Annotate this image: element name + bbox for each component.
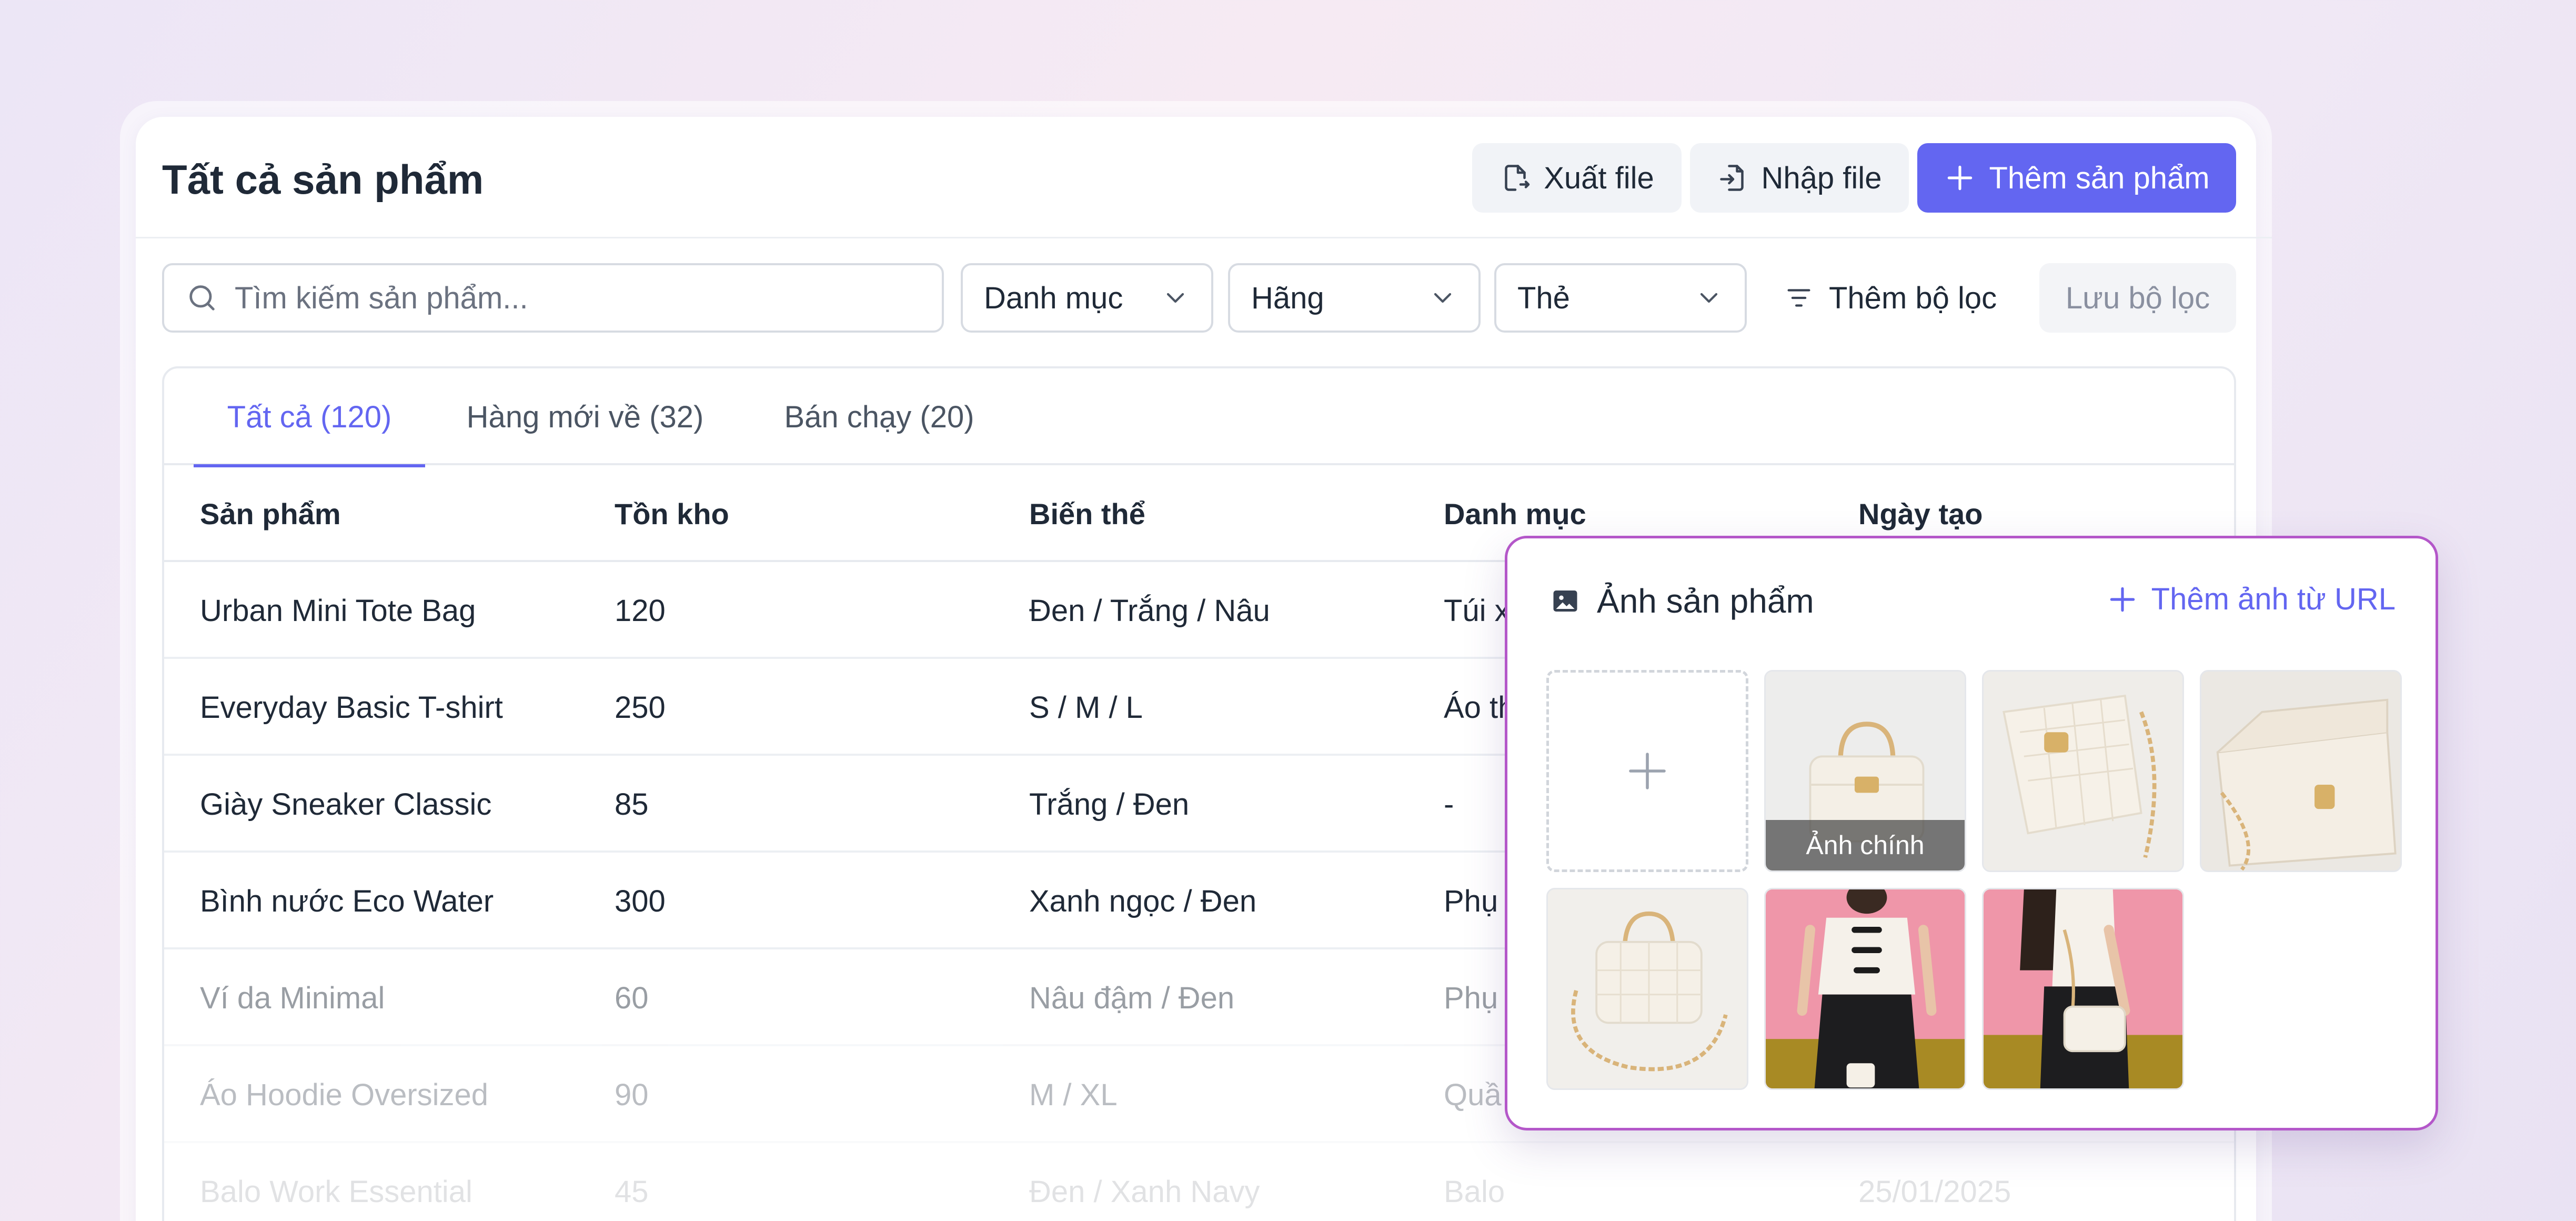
import-file-icon — [1719, 165, 1744, 191]
plus-icon — [1948, 165, 1973, 191]
add-filter-button[interactable]: Thêm bộ lọc — [1784, 263, 1997, 333]
model-side-image — [1984, 889, 2182, 1088]
bag-chain-image — [1548, 889, 1747, 1088]
model-front-image — [1766, 889, 1965, 1088]
column-header-stock: Tồn kho — [615, 497, 729, 531]
chevron-down-icon — [1434, 293, 1452, 303]
column-header-product: Sản phẩm — [200, 497, 341, 531]
tab-best-sellers[interactable]: Bán chạy (20) — [750, 368, 1008, 465]
cell-created-date: 25/01/2025 — [1858, 1174, 2011, 1209]
brand-select-label: Hãng — [1251, 281, 1324, 315]
cell-category: Phụ — [1444, 884, 1498, 918]
column-header-variant: Biến thể — [1029, 497, 1145, 531]
cell-variant: Trắng / Đen — [1029, 787, 1190, 822]
product-image-5[interactable] — [1764, 888, 1966, 1090]
cell-product-name: Everyday Basic T-shirt — [200, 690, 503, 725]
add-product-button[interactable]: Thêm sản phẩm — [1917, 143, 2236, 213]
cell-stock: 85 — [615, 787, 649, 822]
cell-product-name: Urban Mini Tote Bag — [200, 593, 476, 628]
cell-stock: 120 — [615, 593, 666, 628]
cell-category: Túi x — [1444, 593, 1510, 628]
tab-all[interactable]: Tất cả (120) — [194, 368, 425, 467]
panel-title: Ảnh sản phẩm — [1549, 582, 1814, 620]
cell-product-name: Áo Hoodie Oversized — [200, 1077, 489, 1112]
cell-variant: Nâu đậm / Đen — [1029, 980, 1235, 1015]
image-icon — [1553, 591, 1577, 612]
tab-bar: Tất cả (120) Hàng mới về (32) Bán chạy (… — [164, 368, 2234, 467]
cell-category: Quầ — [1444, 1077, 1502, 1112]
product-image-3[interactable] — [2200, 670, 2402, 872]
cell-variant: Đen / Xanh Navy — [1029, 1174, 1260, 1209]
export-file-label: Xuất file — [1544, 161, 1654, 195]
cell-product-name: Giày Sneaker Classic — [200, 787, 492, 822]
import-file-button[interactable]: Nhập file — [1690, 143, 1909, 213]
tag-select[interactable]: Thẻ — [1494, 263, 1747, 333]
cell-stock: 300 — [615, 884, 666, 918]
add-filter-label: Thêm bộ lọc — [1829, 281, 1997, 315]
bag-open-image — [2201, 672, 2400, 870]
header-divider — [136, 237, 2272, 238]
page-title: Tất cả sản phẩm — [162, 156, 484, 203]
cell-stock: 45 — [615, 1174, 649, 1209]
tag-select-label: Thẻ — [1517, 281, 1570, 315]
tab-new-arrivals[interactable]: Hàng mới về (32) — [448, 368, 722, 465]
cell-product-name: Ví da Minimal — [200, 980, 385, 1015]
search-icon — [189, 285, 215, 311]
cell-stock: 60 — [615, 980, 649, 1015]
search-box[interactable] — [162, 263, 944, 333]
chevron-down-icon — [1700, 293, 1718, 303]
product-image-2[interactable] — [1982, 670, 2184, 872]
export-file-icon — [1505, 165, 1530, 191]
cell-variant: M / XL — [1029, 1077, 1118, 1112]
cell-product-name: Balo Work Essential — [200, 1174, 472, 1209]
product-images-panel: Ảnh sản phẩm Thêm ảnh từ URL Ảnh chính — [1505, 536, 2438, 1130]
upload-image-slot[interactable] — [1546, 670, 1748, 872]
cell-variant: S / M / L — [1029, 690, 1143, 725]
add-product-label: Thêm sản phẩm — [1989, 161, 2210, 195]
cell-category: Phụ — [1444, 980, 1498, 1015]
cell-stock: 90 — [615, 1077, 649, 1112]
bag-side-image — [1984, 672, 2182, 870]
cell-category: - — [1444, 787, 1454, 822]
export-file-button[interactable]: Xuất file — [1472, 143, 1682, 213]
cell-variant: Đen / Trắng / Nâu — [1029, 593, 1270, 628]
cell-variant: Xanh ngọc / Đen — [1029, 884, 1257, 918]
import-file-label: Nhập file — [1761, 161, 1882, 195]
chevron-down-icon — [1166, 293, 1184, 303]
cell-stock: 250 — [615, 690, 666, 725]
product-image-4[interactable] — [1546, 888, 1748, 1090]
category-select[interactable]: Danh mục — [961, 263, 1213, 333]
plus-icon — [2110, 587, 2135, 612]
cell-product-name: Bình nước Eco Water — [200, 884, 494, 918]
product-image-1[interactable]: Ảnh chính — [1764, 670, 1966, 872]
filter-icon — [1787, 289, 1810, 307]
brand-select[interactable]: Hãng — [1228, 263, 1481, 333]
product-image-6[interactable] — [1982, 888, 2184, 1090]
add-image-url-button[interactable]: Thêm ảnh từ URL — [2106, 582, 2396, 617]
add-image-url-label: Thêm ảnh từ URL — [2151, 582, 2396, 616]
category-select-label: Danh mục — [984, 281, 1123, 315]
table-row[interactable]: Balo Work Essential 45 Đen / Xanh Navy Balo… — [164, 1143, 2234, 1221]
panel-title-label: Ảnh sản phẩm — [1597, 582, 1814, 620]
save-filter-button[interactable]: Lưu bộ lọc — [2039, 263, 2236, 333]
search-input[interactable] — [235, 280, 866, 316]
main-image-badge: Ảnh chính — [1766, 820, 1965, 870]
cell-category: Balo — [1444, 1174, 1505, 1209]
plus-icon — [1629, 753, 1666, 789]
